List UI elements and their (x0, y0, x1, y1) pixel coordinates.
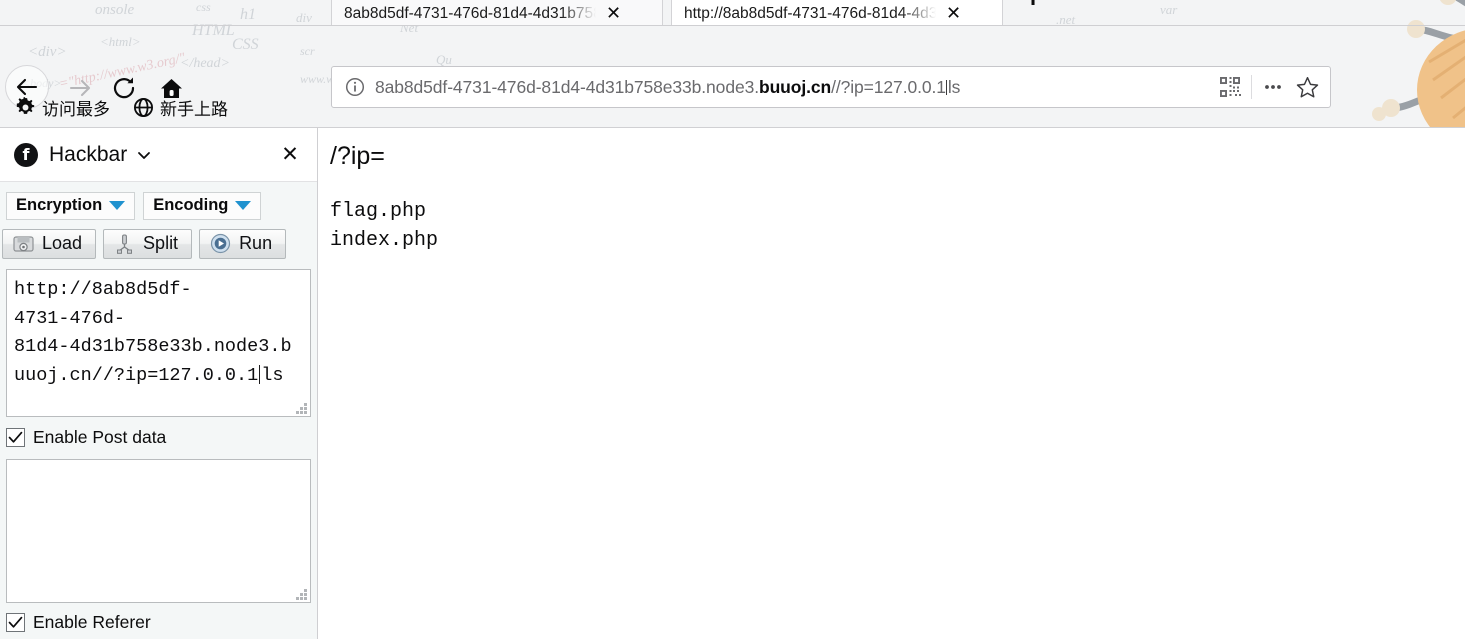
navigation-toolbar: 8ab8d5df-4731-476d-81d4-4d31b758e33b.nod… (0, 28, 1465, 109)
split-button[interactable]: Split (103, 229, 193, 259)
tab-0-close-icon[interactable]: ✕ (604, 4, 623, 23)
url-textarea-tail: ls (261, 364, 284, 386)
enable-referer-checkbox[interactable] (6, 613, 25, 632)
hackbar-logo-icon: f (14, 142, 38, 167)
encoding-dropdown-button[interactable]: Encoding (143, 192, 262, 220)
url-textarea-line-4: uuoj.cn//?ip=127.0.0.1 (14, 364, 259, 386)
bookmark-item-most-visited-label: 访问最多 (42, 100, 110, 120)
enable-post-data-checkbox[interactable] (6, 428, 25, 447)
split-button-label: Split (143, 233, 179, 253)
bookmark-item-most-visited[interactable]: 访问最多 (7, 92, 118, 123)
tab-strip: 8ab8d5df-4731-476d-81d4-4d31b758e33b ✕ h… (0, 0, 1465, 26)
page-content: /?ip= flag.php index.php (319, 128, 1465, 639)
url-textarea-value: http://8ab8d5df- (14, 279, 192, 300)
hackbar-tool-row: Load Split Run (0, 220, 317, 259)
globe-icon (134, 98, 153, 117)
browser-chrome: <div> onsole <html> </head> css HTML CSS… (0, 0, 1465, 128)
encoding-dropdown-label: Encoding (153, 196, 229, 214)
run-button[interactable]: Run (199, 229, 287, 259)
browser-window: <div> onsole <html> </head> css HTML CSS… (0, 0, 1465, 639)
bookmark-item-getting-started[interactable]: 新手上路 (125, 92, 236, 123)
enable-post-data-label: Enable Post data (33, 427, 167, 447)
tab-1[interactable]: http://8ab8d5df-4731-476d-81d4-4d31b758e… (671, 0, 1003, 26)
post-field-wrapper (0, 448, 317, 603)
url-textarea-line-2: 4731-476d- (14, 307, 126, 329)
tab-0[interactable]: 8ab8d5df-4731-476d-81d4-4d31b758e33b ✕ (331, 0, 663, 26)
tab-1-close-icon[interactable]: ✕ (944, 4, 963, 23)
tabstrip-divider (0, 25, 1465, 26)
hackbar-sidebar: f Hackbar ✕ Encryption Encoding Load Spl… (0, 128, 318, 639)
url-field-wrapper: http://8ab8d5df- 4731-476d- 81d4-4d31b758e… (0, 259, 317, 417)
load-disk-icon (12, 234, 34, 254)
hackbar-dropdown-row: Encryption Encoding (0, 182, 317, 220)
sidebar-close-button[interactable]: ✕ (277, 142, 303, 168)
sidebar-title: Hackbar (49, 142, 128, 166)
page-output: flag.php index.php (330, 200, 439, 252)
hackbar-url-textarea[interactable]: http://8ab8d5df- 4731-476d- 81d4-4d31b758e… (6, 269, 311, 417)
hackbar-body: Encryption Encoding Load Split Run http:… (0, 182, 317, 633)
chevron-down-icon (138, 151, 151, 159)
load-button[interactable]: Load (2, 229, 97, 259)
checkmark-icon (8, 616, 23, 628)
run-play-icon (209, 233, 231, 254)
page-heading: /?ip= (330, 142, 385, 170)
sidebar-header: f Hackbar ✕ (0, 128, 317, 182)
bookmark-item-getting-started-label: 新手上路 (160, 100, 228, 120)
enable-referer-label: Enable Referer (33, 612, 151, 632)
tab-0-title: 8ab8d5df-4731-476d-81d4-4d31b758e33b (344, 5, 596, 22)
bookmarks-toolbar: 访问最多 新手上路 (0, 88, 1465, 127)
load-button-label: Load (42, 233, 83, 253)
encryption-dropdown-button[interactable]: Encryption (6, 192, 136, 220)
url-textarea-line-3: 81d4-4d31b758e33b.node3.b (14, 336, 292, 357)
encryption-dropdown-label: Encryption (16, 196, 103, 214)
new-tab-button[interactable]: + (1016, 0, 1050, 14)
tab-1-title: http://8ab8d5df-4731-476d-81d4-4d31b758e… (684, 5, 936, 22)
run-button-label: Run (239, 233, 273, 253)
gear-icon (16, 97, 35, 114)
sidebar-switcher-button[interactable] (136, 147, 152, 163)
split-icon (113, 233, 135, 254)
textarea-resize-grip[interactable] (294, 587, 307, 600)
hackbar-post-textarea[interactable] (6, 459, 311, 603)
textarea-resize-grip[interactable] (294, 401, 307, 414)
chevron-down-icon (235, 201, 252, 210)
enable-post-data-row[interactable]: Enable Post data (0, 417, 317, 448)
checkmark-icon (8, 431, 23, 443)
enable-referer-row[interactable]: Enable Referer (0, 603, 317, 633)
chevron-down-icon (109, 201, 126, 210)
